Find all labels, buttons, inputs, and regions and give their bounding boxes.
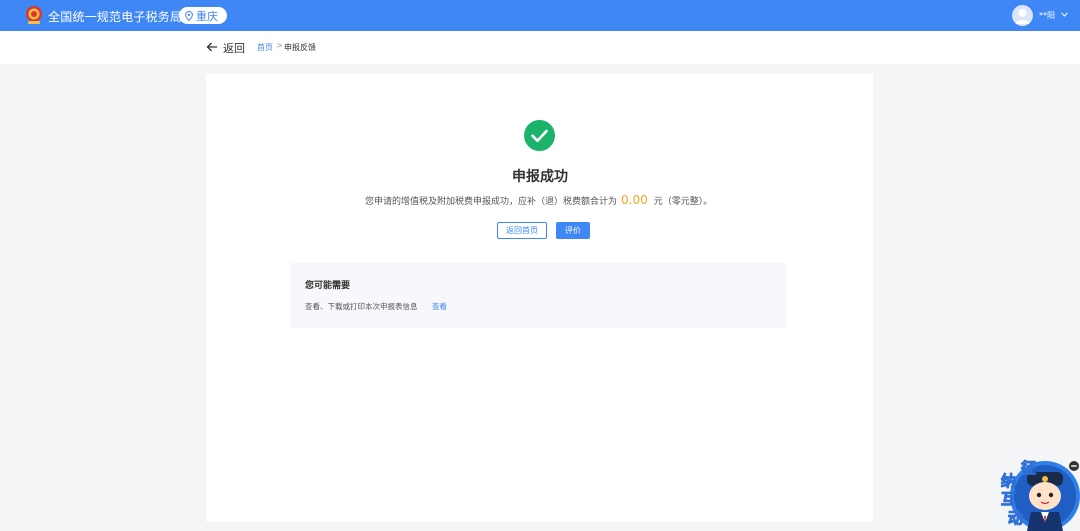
breadcrumb-home[interactable]: 首页 [257,42,273,53]
top-bar: 全国统一规范电子税务局 重庆 **阳 [0,0,1080,31]
suggestions-box: 您可能需要 查看、下载或打印本次申报表信息 查看 [290,263,787,328]
region-label: 重庆 [196,9,218,23]
result-message-prefix: 您申请的增值税及附加税费申报成功，应补（退）税费额合计为 [365,197,618,207]
minus-circle-icon[interactable] [1069,461,1079,471]
view-link[interactable]: 查看 [432,301,447,312]
breadcrumb-current: 申报反馈 [284,43,316,52]
chevron-down-icon[interactable] [1061,12,1068,17]
result-title: 申报成功 [512,169,568,185]
widget-char[interactable]: 动 [1007,507,1023,528]
result-message: 您申请的增值税及附加税费申报成功，应补（退）税费额合计为 0.00 元（零元整）… [365,193,712,207]
user-avatar-icon[interactable] [1012,5,1033,26]
location-pin-icon [185,10,193,21]
result-message-suffix: 元（零元整）。 [653,197,713,207]
site-title[interactable]: 全国统一规范电子税务局 [48,8,182,25]
suggestions-title: 您可能需要 [305,281,351,291]
arrow-left-icon[interactable] [206,42,218,52]
tax-emblem-icon [26,6,42,24]
widget-char[interactable]: 互 [1000,488,1016,509]
breadcrumb-separator: > [276,41,283,50]
suggestions-text: 查看、下载或打印本次申报表信息 [305,302,418,311]
widget-char[interactable]: 征 [1020,457,1036,478]
check-circle-icon [524,120,555,151]
region-selector[interactable]: 重庆 [179,7,227,24]
back-button[interactable]: 返回 [223,40,245,56]
nav-bar: 返回 首页 > 申报反馈 [0,31,1080,64]
result-amount: 0.00 [621,193,648,207]
rate-button[interactable]: 评价 [556,222,590,239]
user-name[interactable]: **阳 [1039,10,1055,21]
return-home-button[interactable]: 返回首页 [497,222,547,239]
